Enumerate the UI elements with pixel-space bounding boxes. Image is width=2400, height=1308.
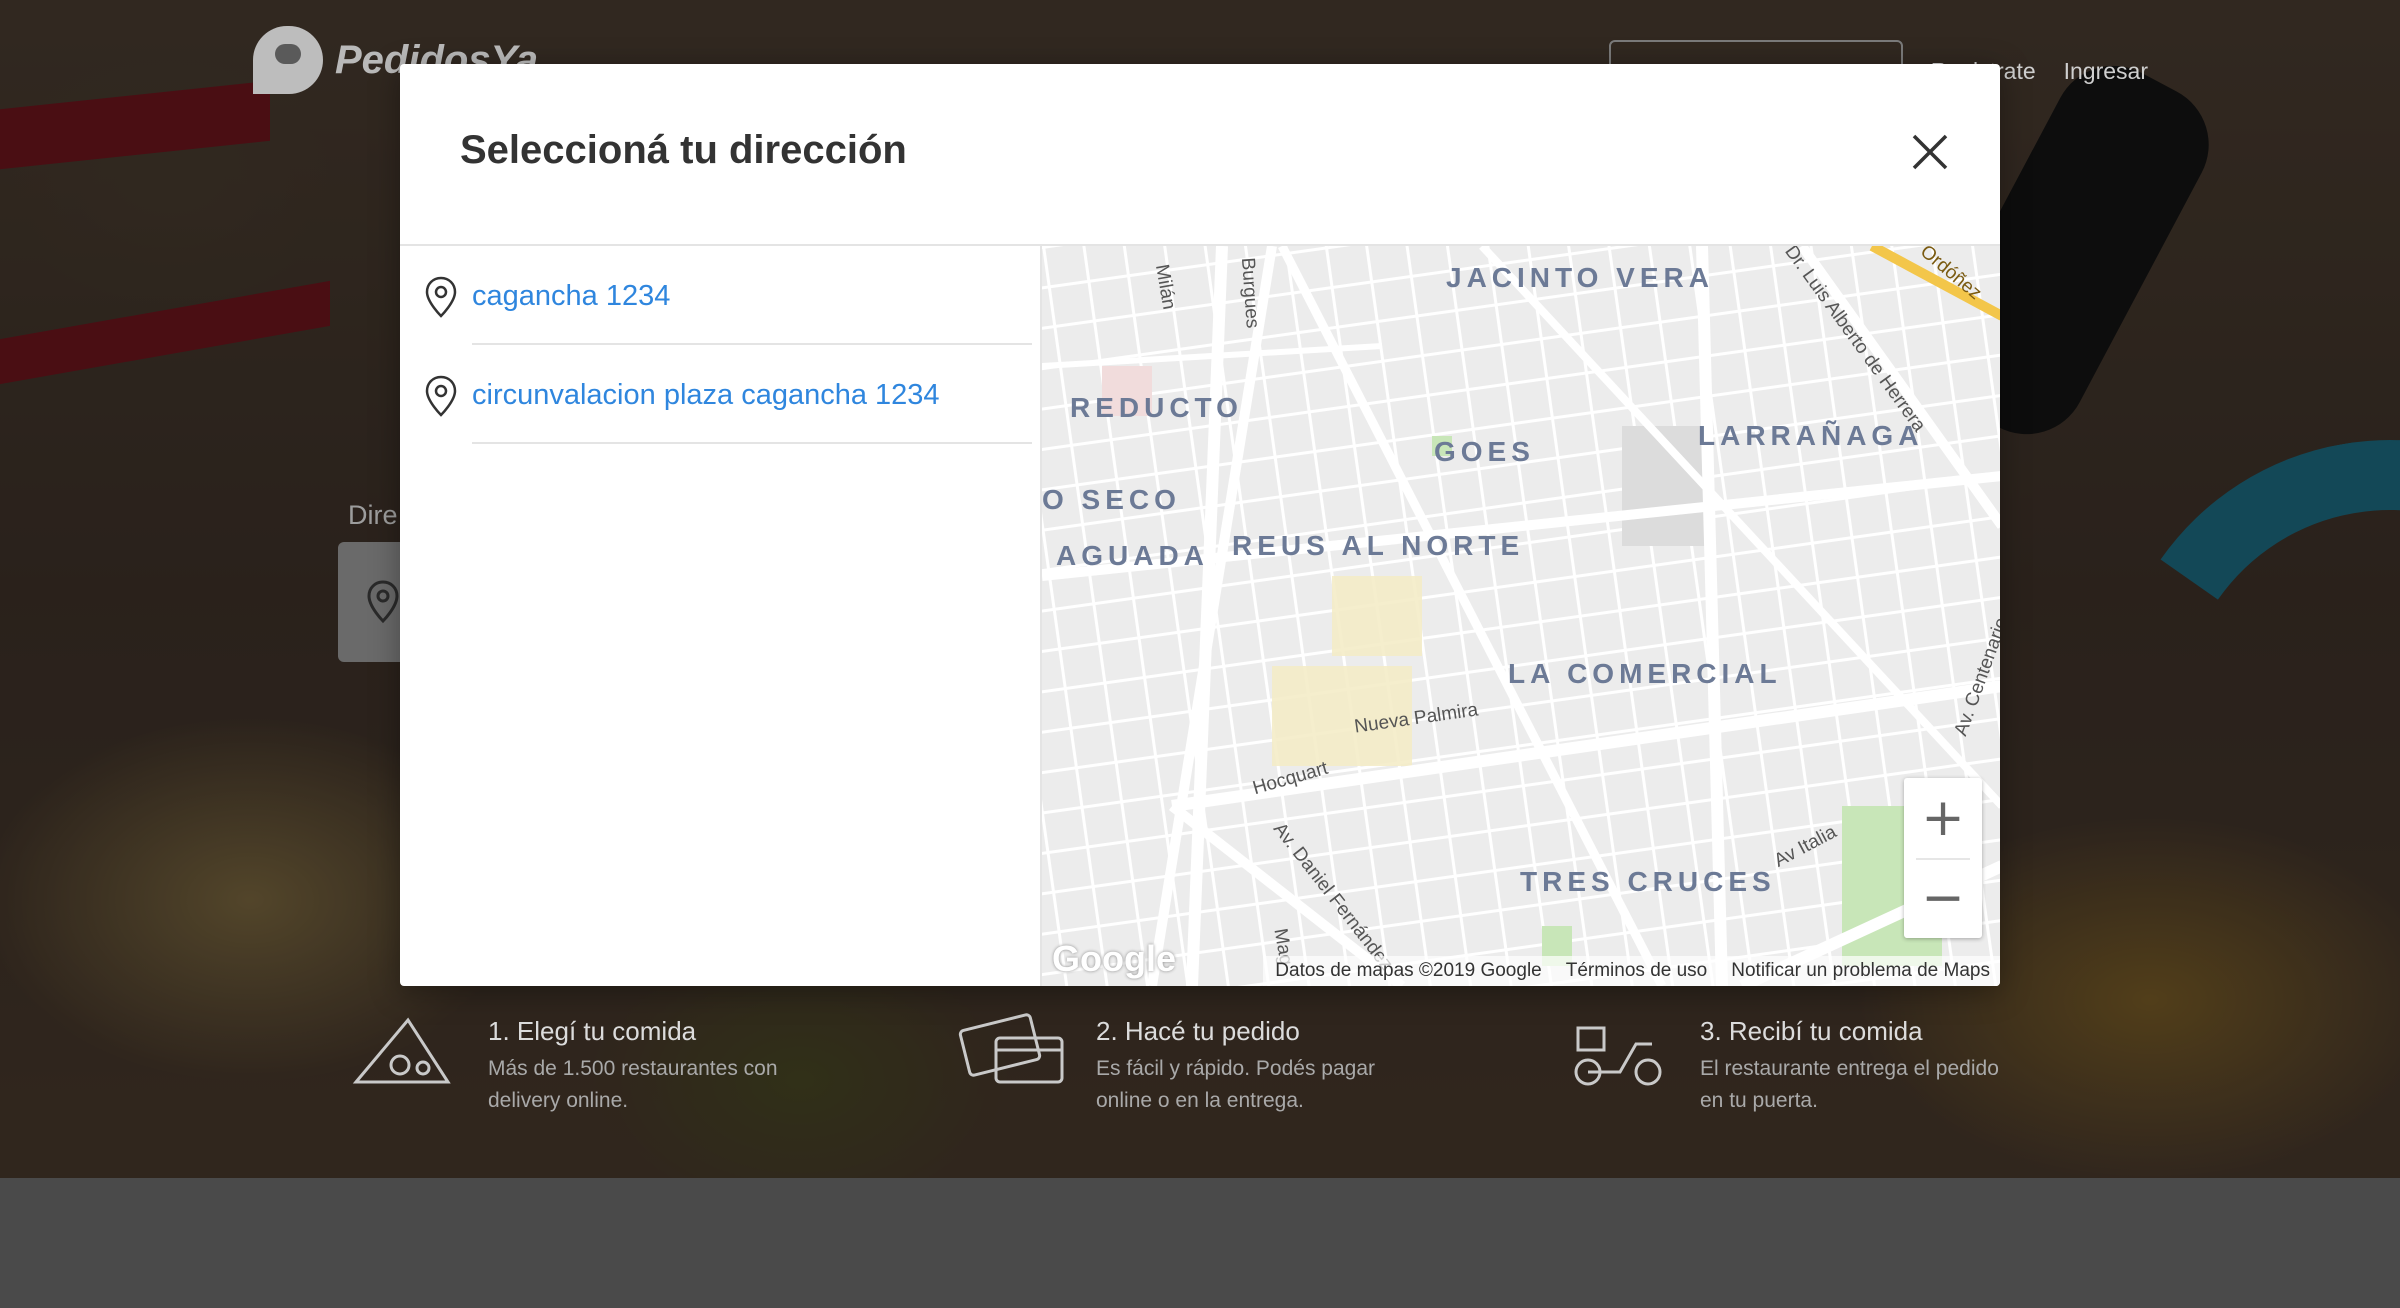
map-neighborhood: REDUCTO xyxy=(1070,392,1243,423)
map-neighborhood: LA COMERCIAL xyxy=(1508,658,1782,689)
map-neighborhood: GOES xyxy=(1434,436,1535,467)
map-terms-link[interactable]: Términos de uso xyxy=(1566,960,1708,982)
address-select-modal: Seleccioná tu dirección cagancha 1234 ci… xyxy=(400,64,2000,986)
zoom-divider xyxy=(1916,858,1970,860)
step-desc: Más de 1.500 restaurantes con delivery o… xyxy=(488,1057,778,1112)
logo-icon xyxy=(253,26,323,94)
map-data-credit[interactable]: Datos de mapas ©2019 Google xyxy=(1275,960,1541,982)
map-neighborhood: JACINTO VERA xyxy=(1446,262,1714,293)
map-neighborhood: TRES CRUCES xyxy=(1520,866,1776,897)
zoom-out-button[interactable]: − xyxy=(1904,858,1982,938)
close-icon[interactable] xyxy=(1910,132,1950,172)
google-logo: Google xyxy=(1052,938,1176,979)
step-3: 3. Recibí tu comida El restaurante entre… xyxy=(1560,1010,2020,1117)
zoom-in-button[interactable]: + xyxy=(1904,778,1982,858)
footer-band xyxy=(0,1178,2400,1308)
credit-card-icon xyxy=(958,1013,1064,1084)
address-text: cagancha 1234 xyxy=(472,280,671,312)
step-desc: Es fácil y rápido. Podés pagar online o … xyxy=(1096,1057,1375,1112)
decorative-stripe xyxy=(0,280,330,385)
location-pin-icon xyxy=(425,375,457,417)
map-report-link[interactable]: Notificar un problema de Maps xyxy=(1731,960,1990,982)
address-option[interactable]: cagancha 1234 xyxy=(425,246,1032,345)
decorative-arc xyxy=(2065,395,2400,1045)
map-neighborhood: REUS AL NORTE xyxy=(1232,530,1525,561)
delivery-scooter-icon xyxy=(1574,1026,1662,1086)
pizza-slice-icon xyxy=(352,1017,451,1084)
map-attribution: Datos de mapas ©2019 Google Términos de … xyxy=(1263,956,2000,986)
map-view[interactable]: JACINTO VERA REDUCTO GOES LARRAÑAGA O SE… xyxy=(1040,246,2000,986)
location-pin-icon xyxy=(425,276,457,318)
step-desc: El restaurante entrega el pedido en tu p… xyxy=(1700,1057,1999,1112)
location-pin-icon xyxy=(367,580,399,624)
map-zoom-control: + − xyxy=(1904,778,1982,938)
step-1: 1. Elegí tu comida Más de 1.500 restaura… xyxy=(348,1010,808,1117)
address-list: cagancha 1234 circunvalacion plaza cagan… xyxy=(400,246,1040,986)
modal-header: Seleccioná tu dirección xyxy=(400,64,2000,246)
step-title: 3. Recibí tu comida xyxy=(1700,1016,1923,1046)
address-label: Dire xyxy=(348,500,398,530)
map-neighborhood: AGUADA xyxy=(1056,540,1209,571)
login-link[interactable]: Ingresar xyxy=(2064,58,2148,85)
address-text: circunvalacion plaza cagancha 1234 xyxy=(472,379,940,411)
decorative-stripe xyxy=(0,80,270,170)
step-2: 2. Hacé tu pedido Es fácil y rápido. Pod… xyxy=(956,1010,1416,1117)
step-title: 1. Elegí tu comida xyxy=(488,1016,697,1046)
map-neighborhood: LARRAÑAGA xyxy=(1698,420,1924,451)
step-title: 2. Hacé tu pedido xyxy=(1096,1016,1300,1046)
address-option[interactable]: circunvalacion plaza cagancha 1234 xyxy=(425,345,1032,444)
modal-title: Seleccioná tu dirección xyxy=(460,128,907,172)
map-neighborhood: O SECO xyxy=(1042,484,1181,515)
